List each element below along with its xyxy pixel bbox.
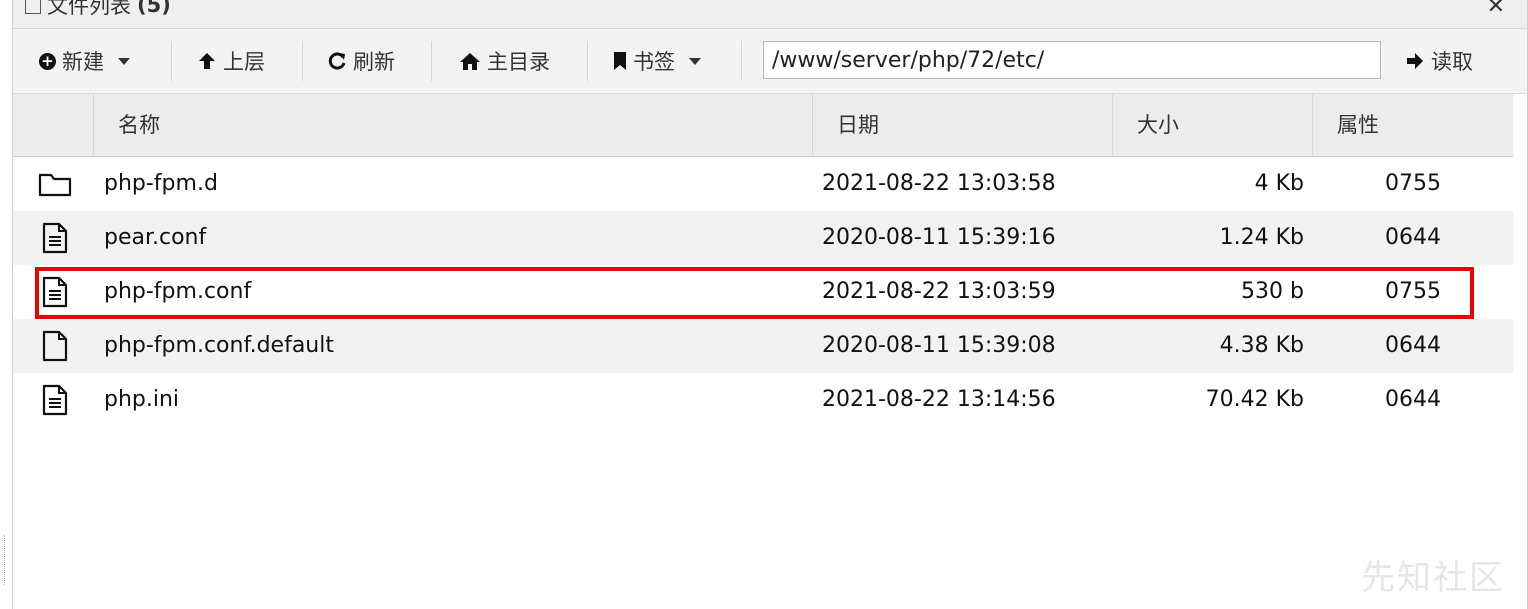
file-count: (5)	[137, 0, 171, 17]
bookmark-icon	[614, 52, 626, 70]
file-icon	[25, 0, 41, 14]
icon-column-header	[13, 94, 93, 156]
file-name[interactable]: php.ini	[104, 373, 179, 427]
file-date: 2020-08-11 15:39:08	[822, 333, 1056, 358]
panel-header: 文件列表 (5) ✕	[13, 0, 1527, 29]
toolbar-divider	[741, 41, 742, 81]
arrow-right-icon	[1407, 53, 1423, 69]
bookmark-button[interactable]: 书签	[613, 43, 701, 79]
file-date: 2021-08-22 13:03:58	[822, 171, 1056, 196]
table-row[interactable]: php.ini 2021-08-22 13:14:56 70.42 Kb 064…	[13, 373, 1513, 427]
file-permissions[interactable]: 0755	[1385, 265, 1441, 319]
chevron-down-icon	[118, 57, 130, 65]
file-name[interactable]: php-fpm.d	[104, 157, 218, 211]
table-row[interactable]: pear.conf 2020-08-11 15:39:16 1.24 Kb 06…	[13, 211, 1513, 265]
file-date: 2020-08-11 15:39:16	[822, 225, 1056, 250]
bookmark-label: 书签	[633, 50, 675, 74]
home-icon	[460, 53, 480, 70]
table-row[interactable]: php-fpm.conf.default 2020-08-11 15:39:08…	[13, 319, 1513, 373]
watermark: 先知社区	[1361, 558, 1505, 598]
read-label: 读取	[1431, 50, 1473, 74]
date-column-header[interactable]: 日期	[812, 94, 1112, 156]
table-header: 名称 日期 大小 属性	[13, 94, 1513, 157]
size-column-header[interactable]: 大小	[1112, 94, 1312, 156]
table-row[interactable]: php-fpm.conf 2021-08-22 13:03:59 530 b 0…	[13, 265, 1513, 319]
file-date: 2021-08-22 13:03:59	[822, 279, 1056, 304]
file-permissions[interactable]: 0644	[1385, 373, 1441, 427]
home-button[interactable]: 主目录	[459, 43, 550, 79]
toolbar-divider	[171, 41, 172, 81]
refresh-button[interactable]: 刷新	[327, 43, 395, 79]
close-icon[interactable]: ✕	[1487, 0, 1505, 19]
toolbar: + 新建 上层 刷新 主目录 书签 /www/server/php/72/etc…	[13, 29, 1527, 94]
up-level-button[interactable]: 上层	[197, 43, 265, 79]
file-name[interactable]: php-fpm.conf.default	[104, 319, 334, 373]
file-size: 530 b	[1241, 279, 1304, 304]
file-permissions[interactable]: 0644	[1385, 319, 1441, 373]
file-list-panel: 文件列表 (5) ✕ + 新建 上层 刷新 主目录 书签 /www/server…	[12, 0, 1528, 609]
text-file-icon	[37, 265, 73, 319]
file-size: 4.38 Kb	[1219, 333, 1304, 358]
toolbar-divider	[587, 41, 588, 81]
perm-column-header[interactable]: 属性	[1312, 94, 1513, 156]
text-file-icon	[37, 211, 73, 265]
panel-title-text: 文件列表	[47, 0, 131, 18]
toolbar-divider	[302, 41, 303, 81]
file-permissions[interactable]: 0644	[1385, 211, 1441, 265]
file-size: 4 Kb	[1254, 171, 1304, 196]
file-name[interactable]: pear.conf	[104, 211, 206, 265]
read-button[interactable]: 读取	[1405, 43, 1473, 79]
name-column-header[interactable]: 名称	[93, 94, 812, 156]
up-level-label: 上层	[223, 50, 265, 74]
chevron-down-icon	[689, 57, 701, 65]
arrow-up-icon	[199, 53, 215, 69]
new-label: 新建	[62, 50, 104, 74]
blank-file-icon	[37, 319, 73, 373]
file-date: 2021-08-22 13:14:56	[822, 387, 1056, 412]
home-label: 主目录	[487, 50, 550, 74]
resize-grip[interactable]	[4, 535, 7, 585]
folder-icon	[37, 157, 73, 211]
panel-title: 文件列表 (5)	[25, 0, 171, 20]
new-button[interactable]: + 新建	[39, 43, 130, 79]
file-name[interactable]: php-fpm.conf	[104, 265, 251, 319]
path-input[interactable]	[763, 41, 1381, 79]
table-row[interactable]: php-fpm.d 2021-08-22 13:03:58 4 Kb 0755	[13, 157, 1513, 211]
file-size: 70.42 Kb	[1205, 387, 1304, 412]
text-file-icon	[37, 373, 73, 427]
file-permissions[interactable]: 0755	[1385, 157, 1441, 211]
file-size: 1.24 Kb	[1219, 225, 1304, 250]
refresh-icon	[328, 52, 346, 70]
refresh-label: 刷新	[353, 50, 395, 74]
toolbar-divider	[431, 41, 432, 81]
plus-circle-icon: +	[39, 52, 56, 70]
